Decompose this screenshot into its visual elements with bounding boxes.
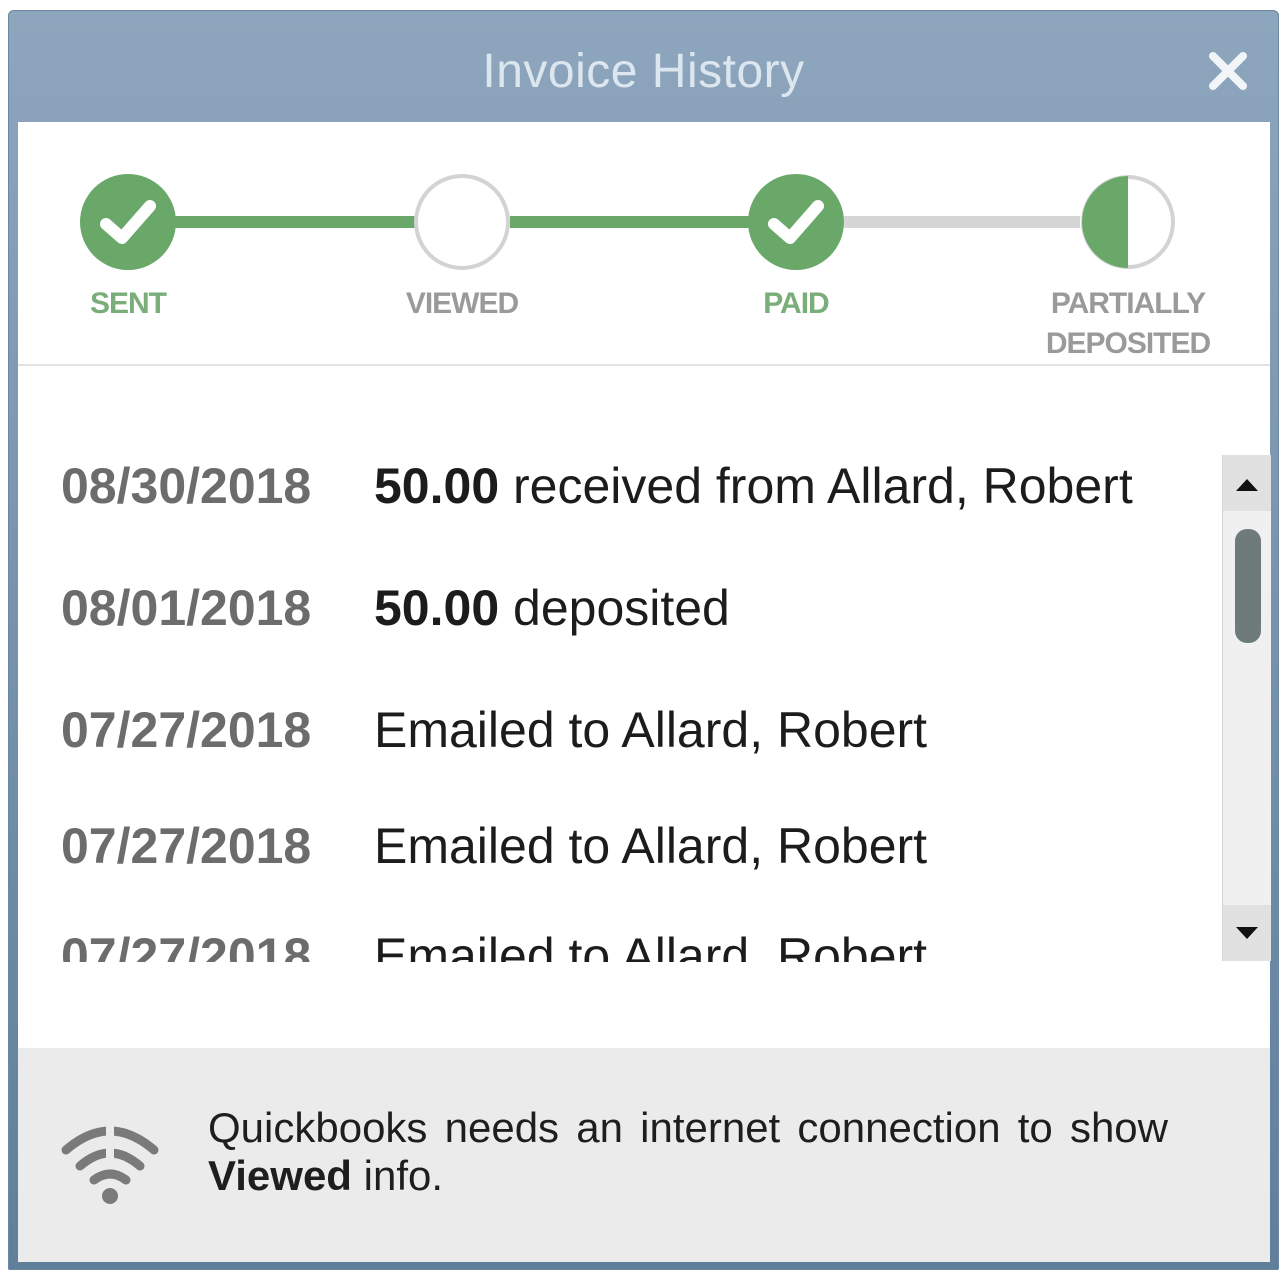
history-date: 07/27/2018 [61, 702, 312, 758]
history-date: 07/27/2018 [61, 928, 312, 962]
history-description: 50.00 deposited [374, 578, 730, 638]
history-row: 08/30/2018 50.00 received from Allard, R… [18, 456, 1218, 516]
dialog-content: SENT VIEWED PAID PARTIALLY DEPOSITED 08/… [18, 122, 1271, 1262]
step-label-sent: SENT [89, 287, 167, 320]
connection-message: Quickbooks needs an internet connection … [208, 1104, 1168, 1200]
history-row: 07/27/2018 Emailed to Allard, Robert [18, 816, 1218, 876]
step-label-partially-deposited: PARTIALLY DEPOSITED [1045, 287, 1211, 360]
history-date: 07/27/2018 [61, 818, 312, 874]
divider [18, 364, 1270, 366]
scroll-up-arrow-icon[interactable] [1223, 455, 1271, 511]
step-paid-check-icon [748, 174, 844, 270]
history-text: Emailed to Allard, Robert [374, 818, 928, 874]
history-text: deposited [499, 580, 730, 636]
step-line-paid-deposited [844, 216, 1090, 228]
dialog-title: Invoice History [482, 45, 805, 98]
connection-message-suffix: info. [351, 1152, 444, 1199]
title-bar[interactable]: Invoice History [8, 10, 1279, 122]
connection-notice: Quickbooks needs an internet connection … [18, 1048, 1270, 1262]
history-date: 08/30/2018 [61, 458, 312, 514]
status-stepper: SENT VIEWED PAID PARTIALLY DEPOSITED [18, 122, 1270, 362]
history-amount: 50.00 [374, 458, 500, 514]
history-description: 50.00 received from Allard, Robert [374, 456, 1133, 516]
step-label-paid: PAID [763, 287, 829, 320]
scroll-track[interactable] [1223, 511, 1271, 905]
step-sent-check-icon [80, 174, 176, 270]
wifi-off-icon [60, 1116, 160, 1206]
history-description: Emailed to Allard, Robert [374, 816, 927, 876]
step-deposited-half-filled-circle-icon [1080, 174, 1176, 270]
step-viewed-empty-circle-icon [414, 174, 510, 270]
scroll-thumb[interactable] [1235, 529, 1261, 643]
step-line-viewed-paid [510, 216, 756, 228]
connection-message-bold: Viewed [208, 1152, 352, 1199]
scroll-down-arrow-icon[interactable] [1223, 905, 1271, 961]
history-description: Emailed to Allard, Robert [374, 926, 927, 962]
history-description: Emailed to Allard, Robert [374, 700, 927, 760]
connection-message-prefix: Quickbooks needs an internet connection … [208, 1104, 1168, 1151]
close-icon[interactable] [1205, 48, 1251, 94]
history-text: Emailed to Allard, Robert [374, 702, 928, 758]
history-list: 08/30/2018 50.00 received from Allard, R… [18, 442, 1218, 962]
history-amount: 50.00 [374, 580, 500, 636]
history-date: 08/01/2018 [61, 580, 312, 636]
step-label-viewed: VIEWED [405, 287, 519, 320]
history-text: Emailed to Allard, Robert [374, 928, 928, 962]
invoice-history-dialog: Invoice History SENT VIEWED PAID PARTIAL… [8, 10, 1279, 1270]
history-scrollbar[interactable] [1222, 455, 1271, 961]
history-row: 08/01/2018 50.00 deposited [18, 578, 1218, 638]
history-text: received from Allard, Robert [499, 458, 1133, 514]
history-row: 07/27/2018 Emailed to Allard, Robert [18, 926, 1218, 962]
history-row: 07/27/2018 Emailed to Allard, Robert [18, 700, 1218, 760]
